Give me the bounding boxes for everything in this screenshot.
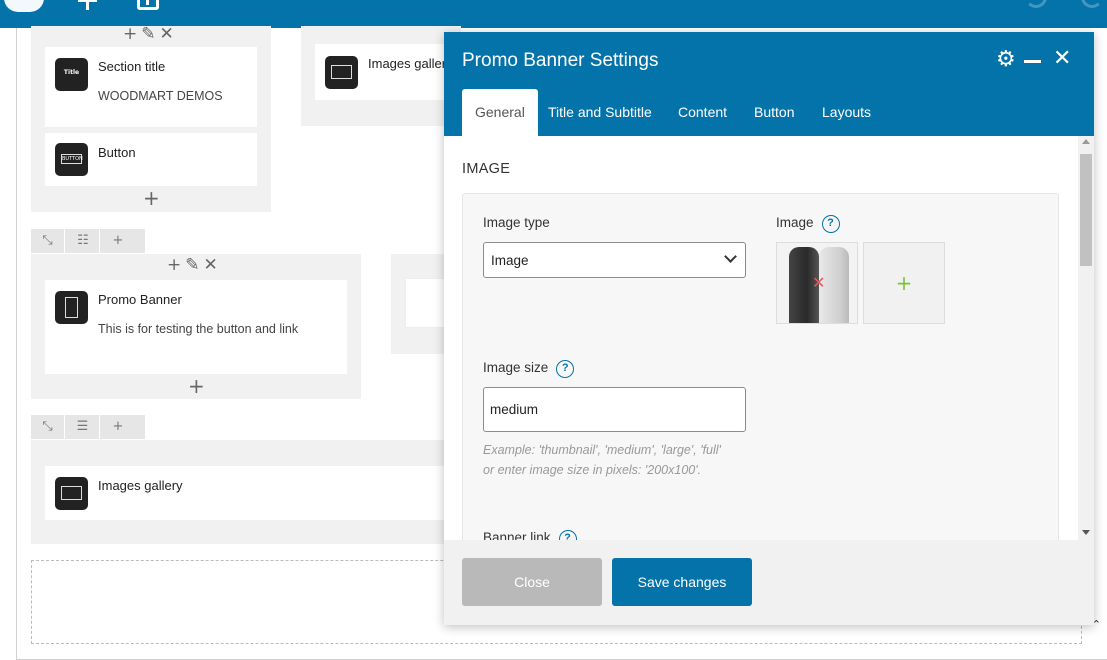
element-promo-banner[interactable]: Promo Banner This is for testing the but… [45,280,347,374]
image-type-value: Image [491,253,529,268]
tab-content[interactable]: Content [665,89,740,136]
scroll-down-arrow-icon[interactable] [1082,530,1090,535]
button-element-icon: BUTTON [55,143,88,176]
tab-layouts[interactable]: Layouts [809,89,884,136]
add-row-icon[interactable]: + [101,229,135,253]
edit-icon[interactable]: ✎ [141,24,159,44]
element-images-gallery[interactable]: Images gallery [45,466,445,520]
gallery-icon [55,477,88,510]
image-type-label: Image type [483,215,550,230]
element-title: Images galler [368,56,447,71]
close-button[interactable]: Close [462,558,602,606]
add-icon[interactable]: + [123,24,141,44]
image-size-label: Image size? [483,360,575,378]
promo-banner-icon [55,291,88,324]
gear-icon[interactable]: ⚙ [996,47,1016,72]
add-row-icon[interactable]: + [101,415,135,439]
edit-icon[interactable]: ✎ [185,255,203,275]
column-middle-placeholder [391,254,451,354]
logo-icon [4,0,44,12]
delete-icon[interactable]: ✕ [160,24,178,44]
image-type-select[interactable]: Image [483,242,746,278]
layout-icon[interactable] [137,0,159,10]
element-subtitle: This is for testing the button and link [98,322,299,336]
tab-title-and-subtitle[interactable]: Title and Subtitle [535,89,665,136]
element-images-gallery-top[interactable]: Images galler [315,44,461,100]
element-title: Section title [98,59,166,74]
columns-layout-icon[interactable]: ☰ [66,415,100,439]
element-subtitle: WOODMART DEMOS [98,89,223,103]
banner-link-label: Banner link? [483,530,577,540]
modal-footer: Close Save changes [444,540,1094,625]
modal-scrollbar[interactable] [1078,136,1094,540]
chevron-down-icon [724,250,737,263]
help-icon[interactable]: ? [821,215,840,233]
image-thumbnail[interactable]: ✕ [776,242,858,324]
promo-banner-settings-modal: Promo Banner Settings ⚙ ✕ General Title … [444,32,1094,625]
scrollbar-thumb[interactable] [1080,154,1092,266]
undo-icon[interactable] [1025,0,1047,8]
close-icon[interactable]: ✕ [1053,46,1071,71]
row-controls: ⤡ ☷ + [31,229,145,253]
section-heading: IMAGE [462,161,511,177]
expand-row-icon[interactable]: ⤡ [31,415,65,439]
column-gallery: Images gallery [31,440,445,544]
element-button[interactable]: BUTTON Button [45,133,257,186]
placeholder-card [405,278,445,328]
redo-icon[interactable] [1081,0,1103,8]
image-size-hint: Example: 'thumbnail', 'medium', 'large',… [483,443,721,477]
column-controls[interactable]: +✎✕ [123,24,178,44]
add-icon[interactable]: + [167,255,185,275]
image-size-input[interactable]: medium [483,387,746,432]
element-title: Images gallery [98,478,183,493]
tab-button[interactable]: Button [741,89,807,136]
element-section-title[interactable]: Title Section title WOODMART DEMOS [45,47,257,127]
element-title: Button [98,145,136,160]
help-icon[interactable]: ? [556,360,575,378]
settings-panel: Image type Image Image? ✕ + Image size? … [462,193,1059,540]
modal-body: IMAGE Image type Image Image? ✕ + Image … [444,136,1094,540]
minimize-icon[interactable] [1024,60,1041,63]
add-element-button[interactable]: + [143,186,160,210]
remove-image-icon[interactable]: ✕ [812,273,825,292]
modal-header: Promo Banner Settings ⚙ ✕ General Title … [444,32,1094,136]
column-top-middle: Images galler [301,26,461,126]
tab-general[interactable]: General [462,89,538,136]
image-label: Image? [776,215,840,233]
help-icon[interactable]: ? [558,530,577,540]
save-changes-button[interactable]: Save changes [612,558,752,606]
column-promo: +✎✕ Promo Banner This is for testing the… [31,254,361,399]
expand-row-icon[interactable]: ⤡ [31,229,65,253]
add-element-icon[interactable] [76,0,100,16]
column-controls[interactable]: +✎✕ [167,255,222,275]
column-top-left: +✎✕ Title Section title WOODMART DEMOS B… [31,24,271,212]
gallery-icon [325,56,358,89]
modal-title: Promo Banner Settings [462,50,659,71]
row-controls: ⤡ ☰ + [31,415,145,439]
delete-icon[interactable]: ✕ [204,255,222,275]
section-title-icon: Title [55,58,88,91]
element-title: Promo Banner [98,292,182,307]
add-element-button[interactable]: + [188,374,205,398]
columns-layout-icon[interactable]: ☷ [66,229,100,253]
scroll-up-arrow-icon[interactable] [1082,139,1090,144]
add-image-button[interactable]: + [863,242,945,324]
